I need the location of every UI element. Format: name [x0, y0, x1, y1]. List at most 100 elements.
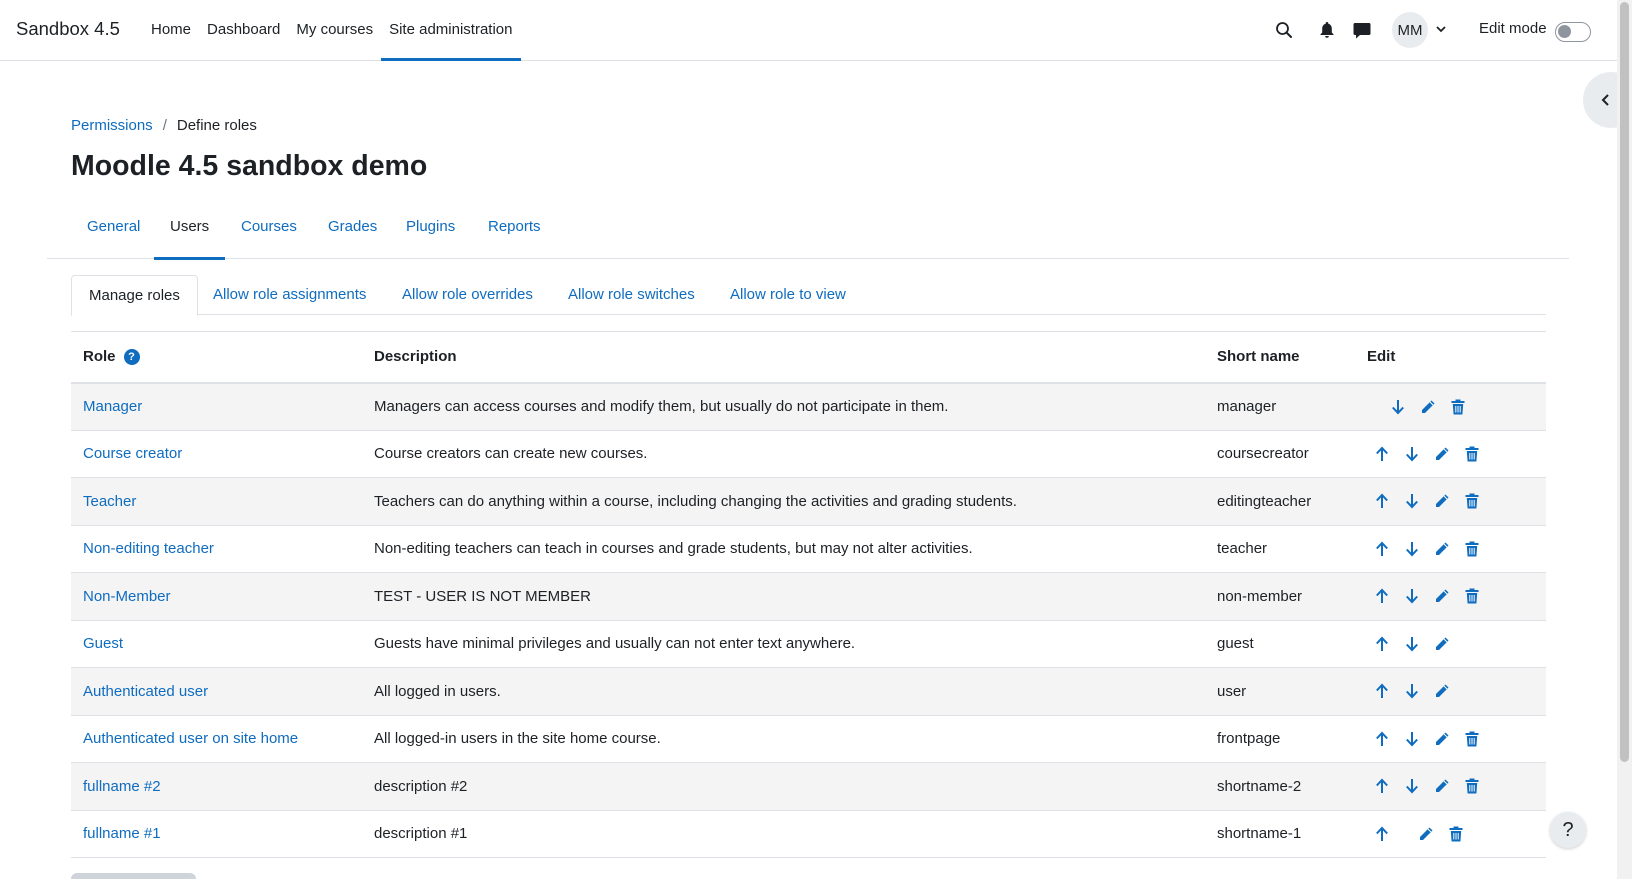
action-spacer [1397, 824, 1411, 844]
role-name-link[interactable]: Authenticated user on site home [83, 730, 298, 747]
pencil-icon[interactable] [1427, 776, 1457, 796]
arrow-up-icon[interactable] [1367, 681, 1397, 701]
pencil-icon[interactable] [1427, 634, 1457, 654]
top-navbar: Sandbox 4.5 Home Dashboard My courses Si… [0, 0, 1617, 61]
scrollbar-thumb[interactable] [1620, 2, 1629, 762]
arrow-up-icon[interactable] [1367, 634, 1397, 654]
role-name-link[interactable]: Non-editing teacher [83, 540, 214, 557]
role-description: description #2 [374, 762, 1217, 811]
table-row: Non-Member TEST - USER IS NOT MEMBER non-m… [71, 572, 1546, 621]
arrow-down-icon[interactable] [1383, 397, 1413, 417]
trash-icon[interactable] [1441, 824, 1471, 844]
tab-general[interactable]: General [71, 203, 156, 259]
header-description: Description [374, 331, 1217, 384]
action-icons [1367, 824, 1546, 844]
trash-icon[interactable] [1443, 397, 1473, 417]
role-short-name: editingteacher [1217, 477, 1367, 526]
arrow-up-icon[interactable] [1367, 729, 1397, 749]
role-short-name: guest [1217, 620, 1367, 668]
chevron-down-icon[interactable] [1434, 22, 1448, 36]
role-name-link[interactable]: Course creator [83, 445, 182, 462]
trash-icon[interactable] [1457, 444, 1487, 464]
trash-icon[interactable] [1457, 729, 1487, 749]
arrow-down-icon[interactable] [1397, 539, 1427, 559]
arrow-up-icon[interactable] [1367, 444, 1397, 464]
role-short-name: teacher [1217, 525, 1367, 573]
role-short-name: user [1217, 667, 1367, 716]
arrow-up-icon[interactable] [1367, 586, 1397, 606]
chat-icon[interactable] [1351, 19, 1373, 41]
role-name-link[interactable]: Teacher [83, 493, 136, 510]
tab-reports[interactable]: Reports [472, 203, 557, 259]
page-scrollbar[interactable] [1617, 0, 1632, 879]
edit-mode-toggle[interactable] [1555, 22, 1591, 42]
pencil-icon[interactable] [1427, 539, 1457, 559]
subtab-allow-role-to-view[interactable]: Allow role to view [713, 275, 863, 315]
role-cell: fullname #1 [71, 810, 374, 858]
trash-icon[interactable] [1457, 586, 1487, 606]
nav-dashboard[interactable]: Dashboard [199, 0, 288, 60]
role-description: Teachers can do anything within a course… [374, 477, 1217, 526]
chevron-left-icon [1601, 94, 1609, 106]
role-name-link[interactable]: Non-Member [83, 588, 171, 605]
add-new-role-button[interactable] [71, 873, 196, 879]
role-name-link[interactable]: fullname #2 [83, 778, 161, 795]
nav-home[interactable]: Home [143, 0, 199, 60]
subtab-allow-role-overrides[interactable]: Allow role overrides [385, 275, 550, 315]
tab-grades[interactable]: Grades [312, 203, 393, 259]
nav-my-courses[interactable]: My courses [288, 0, 381, 60]
user-avatar[interactable]: MM [1392, 12, 1428, 48]
table-row: Guest Guests have minimal privileges and … [71, 620, 1546, 668]
role-cell: Guest [71, 620, 374, 668]
arrow-down-icon[interactable] [1397, 681, 1427, 701]
pencil-icon[interactable] [1413, 397, 1443, 417]
role-description: Managers can access courses and modify t… [374, 382, 1217, 431]
breadcrumb-permissions[interactable]: Permissions [71, 117, 153, 134]
arrow-up-icon[interactable] [1367, 824, 1397, 844]
role-description: Non-editing teachers can teach in course… [374, 525, 1217, 573]
nav-site-administration[interactable]: Site administration [381, 0, 521, 61]
arrow-down-icon[interactable] [1397, 729, 1427, 749]
subtab-allow-role-switches[interactable]: Allow role switches [551, 275, 712, 315]
trash-icon[interactable] [1457, 539, 1487, 559]
table-row: Teacher Teachers can do anything within a… [71, 477, 1546, 526]
role-edit-actions [1367, 525, 1546, 573]
arrow-down-icon[interactable] [1397, 634, 1427, 654]
role-edit-actions [1367, 810, 1546, 858]
role-name-link[interactable]: Manager [83, 398, 142, 415]
arrow-down-icon[interactable] [1397, 491, 1427, 511]
arrow-up-icon[interactable] [1367, 539, 1397, 559]
question-circle-icon[interactable]: ? [123, 349, 140, 366]
arrow-down-icon[interactable] [1397, 776, 1427, 796]
subtab-allow-role-assignments[interactable]: Allow role assignments [196, 275, 383, 315]
role-short-name: manager [1217, 382, 1367, 431]
pencil-icon[interactable] [1427, 444, 1457, 464]
arrow-up-icon[interactable] [1367, 491, 1397, 511]
search-icon[interactable] [1273, 19, 1295, 41]
role-cell: Manager [71, 382, 374, 431]
arrow-down-icon[interactable] [1397, 444, 1427, 464]
role-description: Guests have minimal privileges and usual… [374, 620, 1217, 668]
pencil-icon[interactable] [1427, 491, 1457, 511]
role-name-link[interactable]: Authenticated user [83, 683, 208, 700]
role-name-link[interactable]: Guest [83, 635, 123, 652]
trash-icon[interactable] [1457, 776, 1487, 796]
pencil-icon[interactable] [1427, 681, 1457, 701]
pencil-icon[interactable] [1427, 586, 1457, 606]
pencil-icon[interactable] [1411, 824, 1441, 844]
pencil-icon[interactable] [1427, 729, 1457, 749]
bell-icon[interactable] [1316, 19, 1338, 41]
tab-users[interactable]: Users [154, 203, 226, 260]
site-brand[interactable]: Sandbox 4.5 [16, 18, 120, 40]
role-name-link[interactable]: fullname #1 [83, 825, 161, 842]
subtab-manage-roles[interactable]: Manage roles [71, 275, 198, 316]
trash-icon[interactable] [1457, 491, 1487, 511]
tab-plugins[interactable]: Plugins [390, 203, 471, 259]
help-button[interactable]: ? [1550, 812, 1586, 848]
action-icons [1367, 539, 1546, 559]
arrow-up-icon[interactable] [1367, 776, 1397, 796]
arrow-down-icon[interactable] [1397, 586, 1427, 606]
tab-courses[interactable]: Courses [225, 203, 313, 259]
action-icons [1367, 729, 1546, 749]
roles-subtabs: Manage roles Allow role assignments Allo… [71, 275, 1546, 316]
